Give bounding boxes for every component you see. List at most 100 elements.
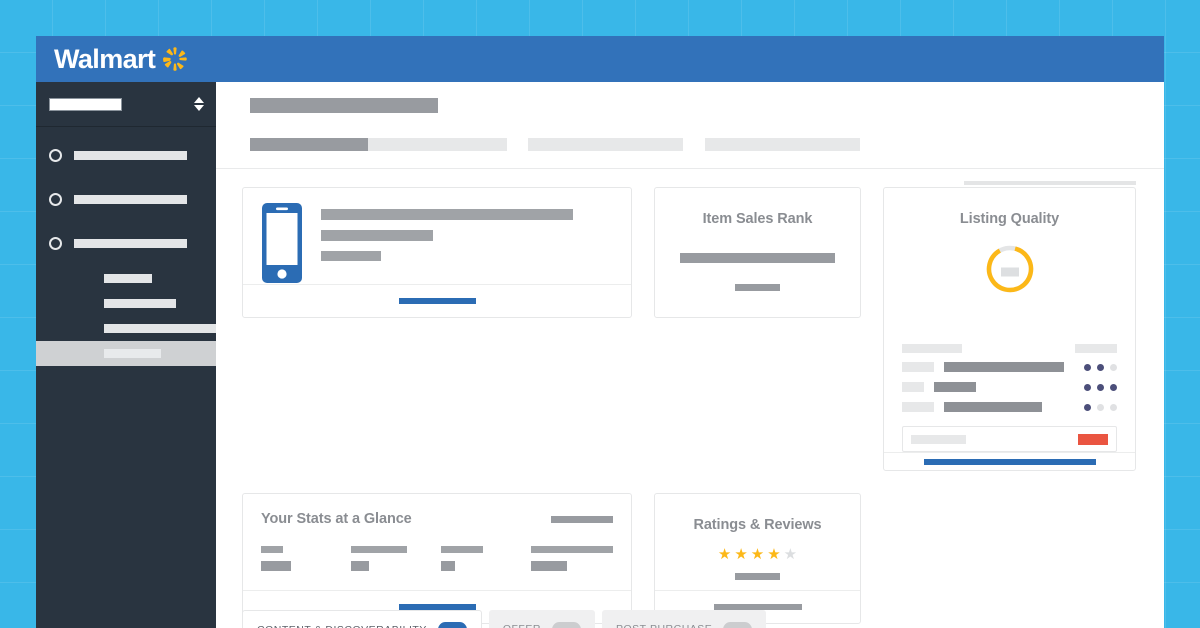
sidebar-account-selector[interactable] [36, 82, 216, 127]
toggle-switch[interactable] [437, 622, 467, 628]
sidebar-subitem-label [104, 324, 216, 333]
bottom-tabs: CONTENT & DISCOVERABILITY OFFER POST-PUR… [242, 610, 767, 628]
listing-quality-title: Listing Quality [959, 211, 1060, 227]
toggle-switch[interactable] [551, 621, 581, 628]
content-top-strip [216, 82, 1164, 169]
row-label [902, 382, 924, 392]
stat-column-3 [441, 546, 503, 571]
table-row[interactable] [902, 382, 1117, 392]
product-line-1 [321, 209, 573, 220]
row-label [902, 362, 934, 372]
top-tab-2[interactable] [368, 138, 507, 151]
star-icon: ★ [750, 546, 765, 563]
listing-quality-footer-link[interactable] [923, 458, 1096, 465]
donut-gauge-icon [984, 243, 1036, 300]
top-tab-1[interactable] [250, 138, 368, 151]
listing-quality-alert-row[interactable] [902, 426, 1117, 452]
sidebar-selector-field[interactable] [49, 97, 122, 111]
stepper-updown-icon[interactable] [194, 97, 204, 111]
row-label [902, 402, 934, 412]
sidebar-subitem-label [104, 274, 152, 283]
content-area: Item Details [216, 82, 1164, 628]
table-header-right [1075, 344, 1117, 353]
app-window: Walmart Item Sales Rank Listing Quality … [36, 36, 1164, 628]
tab-label: OFFER [503, 623, 541, 628]
listing-quality-table-header [902, 344, 1117, 353]
stats-period-bar [551, 515, 613, 523]
sidebar-item-1[interactable] [36, 140, 216, 170]
sidebar-subitem-4-active[interactable] [36, 341, 216, 366]
ratings-and-reviews-card[interactable]: Ratings & Reviews ★ ★ ★ ★ ★ [654, 493, 861, 624]
table-header-left [902, 344, 962, 353]
ratings-title: Ratings & Reviews [693, 517, 822, 533]
sidebar-subitem-3[interactable] [36, 316, 216, 341]
sidebar-subitem-1[interactable] [36, 266, 216, 291]
stats-columns [243, 546, 631, 571]
stat-column-4 [531, 546, 613, 571]
product-line-3 [321, 251, 381, 261]
rating-stars: ★ ★ ★ ★ ★ [655, 547, 860, 562]
item-sales-rank-title: Item Sales Rank [702, 211, 813, 227]
top-tabs [250, 138, 1164, 151]
sidebar [36, 82, 216, 628]
radio-unchecked-icon[interactable] [49, 148, 62, 162]
your-stats-at-a-glance-card[interactable]: Your Stats at a Glance [242, 493, 632, 624]
star-icon: ★ [783, 546, 798, 563]
item-sales-rank-sub-bar [735, 284, 780, 291]
brand-bar: Walmart [36, 36, 1164, 82]
product-summary-card[interactable] [242, 187, 632, 318]
your-stats-title: Your Stats at a Glance [261, 511, 412, 527]
row-score-dots [1084, 383, 1117, 391]
tab-offer[interactable]: OFFER [488, 610, 595, 628]
row-value [944, 402, 1042, 412]
top-tab-4[interactable] [705, 138, 860, 151]
listing-quality-card-footer[interactable] [884, 452, 1135, 470]
gauge-value-placeholder [1000, 267, 1019, 276]
stat-column-2 [351, 546, 413, 571]
sidebar-item-label [74, 150, 187, 160]
top-tab-3[interactable] [528, 138, 683, 151]
status-badge [1078, 433, 1108, 445]
walmart-spark-icon [163, 47, 188, 71]
radio-unchecked-icon[interactable] [49, 192, 62, 206]
sidebar-item-3[interactable] [36, 228, 216, 258]
sidebar-nav [36, 127, 216, 366]
tab-content-and-discoverability[interactable]: CONTENT & DISCOVERABILITY [242, 610, 482, 628]
table-row[interactable] [902, 362, 1117, 372]
cards-row-1: Item Sales Rank Listing Quality [242, 187, 1142, 471]
radio-unchecked-icon[interactable] [49, 236, 62, 250]
row-score-dots [1084, 363, 1117, 371]
ratings-count-bar [735, 573, 780, 580]
cards-row-2: Your Stats at a Glance Ratings & Reviews… [242, 493, 1142, 624]
smartphone-icon [262, 203, 302, 283]
sidebar-item-label [74, 238, 187, 248]
product-line-2 [321, 230, 433, 241]
row-value [944, 362, 1064, 372]
tab-label: CONTENT & DISCOVERABILITY [257, 624, 427, 628]
sidebar-subitem-2[interactable] [36, 291, 216, 316]
brand-wordmark: Walmart [54, 43, 156, 74]
cards-grid: Item Sales Rank Listing Quality Your Sta… [242, 187, 1142, 628]
sidebar-item-2[interactable] [36, 184, 216, 214]
row-value [934, 382, 976, 392]
table-row[interactable] [902, 402, 1117, 412]
star-icon: ★ [767, 546, 781, 563]
background-canvas: Walmart Item Sales Rank Listing Quality … [0, 0, 1200, 628]
header-meta-bar [964, 181, 1136, 185]
item-sales-rank-value-bar [680, 253, 835, 263]
star-icon: ★ [734, 546, 748, 563]
tab-post-purchase[interactable]: POST-PURCHASE [601, 610, 767, 628]
walmart-logo[interactable]: Walmart [54, 43, 188, 74]
sidebar-item-label [74, 194, 187, 204]
sidebar-subitem-label [104, 299, 176, 308]
listing-quality-table [902, 344, 1117, 412]
toggle-switch[interactable] [723, 621, 753, 628]
row-score-dots [1084, 403, 1117, 411]
product-card-footer-link[interactable] [398, 298, 476, 304]
star-icon: ★ [717, 546, 732, 563]
sidebar-subitem-label [104, 349, 161, 358]
item-sales-rank-card[interactable]: Item Sales Rank [654, 187, 861, 318]
page-heading-placeholder [250, 98, 438, 113]
listing-quality-card[interactable]: Listing Quality [883, 187, 1136, 471]
product-card-footer[interactable] [243, 284, 631, 317]
